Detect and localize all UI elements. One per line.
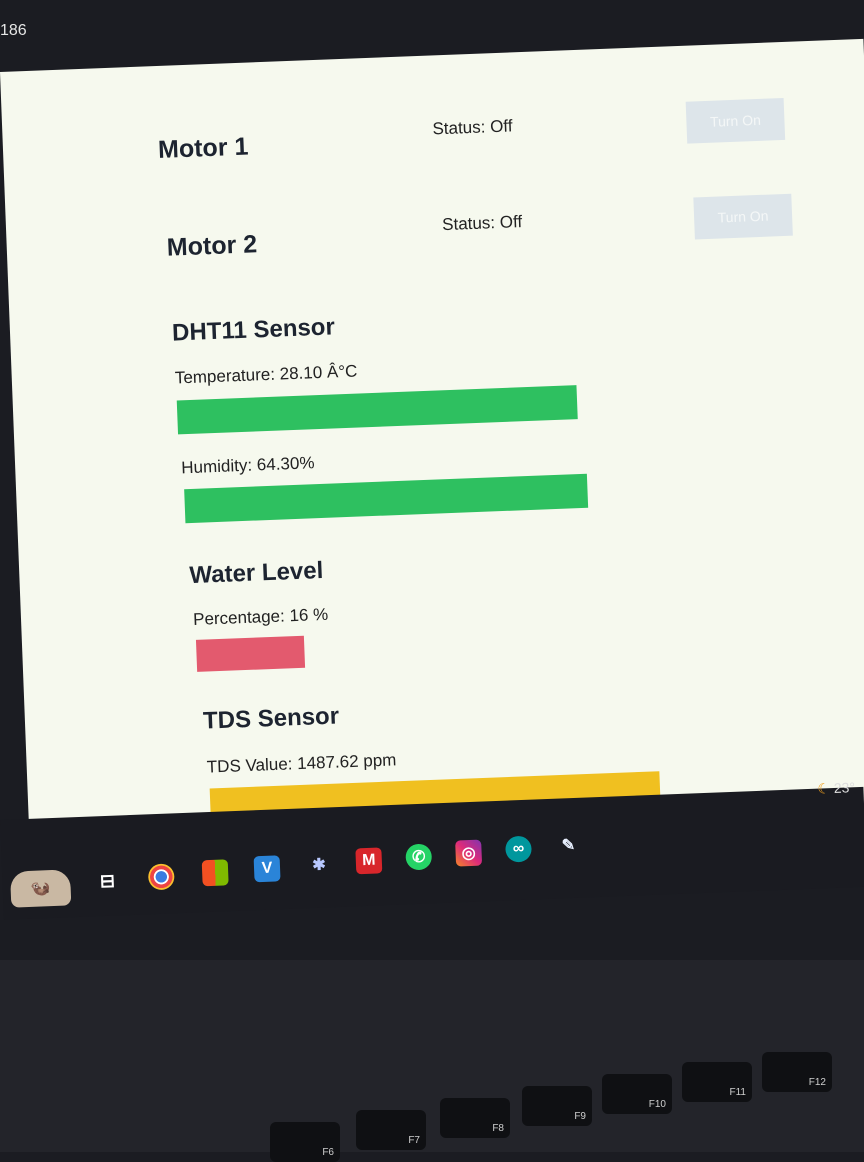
water-level-title: Water Level [188,556,324,590]
tds-value-label: TDS Value: 1487.62 ppm [206,750,397,777]
temperature-label: Temperature: 28.10 Â°C [174,361,358,388]
weather-tray[interactable]: ☾ 23° [817,779,855,797]
weather-temperature: 23° [833,779,856,796]
motor-2-status: Status: Off [441,212,523,235]
vs-icon[interactable]: V [253,855,281,883]
web-page: Motor 1 Status: Off Turn On Motor 2 Stat… [0,38,864,862]
arduino-icon[interactable]: ∞ [505,835,532,863]
tds-title: TDS Sensor [202,702,340,735]
atom-icon[interactable]: ✱ [305,851,332,878]
motor-1-status: Status: Off [432,116,513,139]
humidity-label: Humidity: 64.30% [180,453,315,478]
humidity-bar-fill [184,473,588,524]
instagram-icon[interactable]: ◎ [455,839,483,867]
temperature-bar-fill [176,385,578,435]
microsoft-store-icon[interactable] [201,859,229,887]
motor-1-title: Motor 1 [157,132,249,164]
task-view-icon[interactable]: ⊟ [94,867,121,894]
temperature-bar [176,385,578,435]
otter-wallpaper-icon: 🦦 [9,869,72,908]
laptop-keyboard: F6 F7 F8 F9 F10 F11 F12 [0,960,864,1162]
dht11-title: DHT11 Sensor [171,313,336,347]
key-f6[interactable]: F6 [270,1122,340,1162]
water-level-bar-fill [195,635,306,672]
key-f12[interactable]: F12 [762,1052,832,1092]
key-f8[interactable]: F8 [440,1098,510,1138]
key-f10[interactable]: F10 [602,1074,672,1114]
motor-2-title: Motor 2 [166,230,258,262]
chrome-icon[interactable] [147,863,175,891]
key-f11[interactable]: F11 [682,1062,752,1102]
water-percentage-label: Percentage: 16 % [192,604,329,629]
key-f7[interactable]: F7 [356,1110,426,1150]
feather-icon[interactable]: ✎ [555,832,582,859]
weather-icon: ☾ [817,780,831,797]
whatsapp-icon[interactable]: ✆ [405,843,433,871]
window-corner-text: 186 [0,22,27,39]
motor-1-turn-on-button[interactable]: Turn On [685,97,786,144]
mcafee-icon[interactable]: M [355,847,383,875]
key-f9[interactable]: F9 [522,1086,592,1126]
motor-2-turn-on-button[interactable]: Turn On [693,193,793,240]
